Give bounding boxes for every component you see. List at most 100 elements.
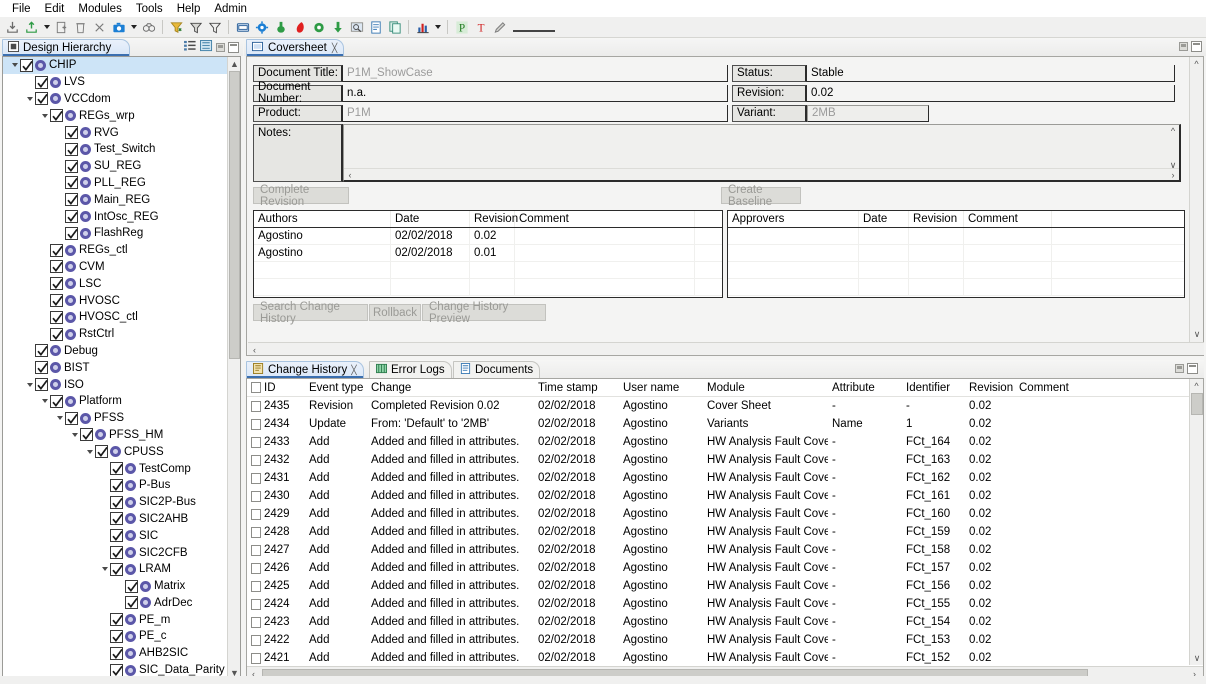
scroll-up-icon[interactable]: ▲ xyxy=(228,57,240,70)
row-checkbox[interactable] xyxy=(251,436,261,448)
menu-item-admin[interactable]: Admin xyxy=(207,2,254,16)
row-checkbox[interactable] xyxy=(251,454,261,466)
tree-node[interactable]: Main_REG xyxy=(3,191,229,208)
close-icon[interactable]: ╳ xyxy=(351,365,356,376)
row-checkbox[interactable] xyxy=(251,400,261,412)
table-row[interactable]: 2435 Revision Completed Revision 0.02 02/02… xyxy=(247,397,1191,415)
history-vertical-scrollbar[interactable]: ^ ∨ xyxy=(1189,379,1203,665)
scroll-down-icon[interactable]: ∨ xyxy=(1190,652,1203,665)
tree-node[interactable]: SIC2P-Bus xyxy=(3,494,229,511)
authors-col-header[interactable]: Date xyxy=(391,211,470,227)
tree-checkbox[interactable] xyxy=(110,529,123,543)
tree-node[interactable]: REGs_wrp xyxy=(3,107,229,124)
tree-checkbox[interactable] xyxy=(35,378,48,392)
scroll-right-icon[interactable]: › xyxy=(1167,169,1179,181)
maximize-icon[interactable] xyxy=(228,42,239,53)
link-editor-icon[interactable] xyxy=(200,40,213,55)
row-checkbox[interactable] xyxy=(251,562,261,574)
tree-checkbox[interactable] xyxy=(65,142,78,156)
change-history-table[interactable]: ID Event type Change Time stamp User name Mod… xyxy=(246,378,1204,682)
tree-checkbox[interactable] xyxy=(125,579,138,593)
chart-dropdown-caret-icon[interactable] xyxy=(432,18,443,36)
row-checkbox[interactable] xyxy=(251,472,261,484)
tree-checkbox[interactable] xyxy=(95,445,108,459)
table-row[interactable]: Agostino 02/02/2018 0.02 xyxy=(254,228,722,245)
tree-checkbox[interactable] xyxy=(110,613,123,627)
chevron-down-icon[interactable] xyxy=(39,108,50,124)
row-checkbox[interactable] xyxy=(251,526,261,538)
tab-documents[interactable]: Documents xyxy=(453,361,541,378)
tree-checkbox[interactable] xyxy=(110,546,123,559)
scroll-up-icon[interactable]: ^ xyxy=(1190,379,1203,392)
p-letter-icon[interactable]: P xyxy=(452,18,471,36)
table-row[interactable]: 2423 Add Added and filled in attributes. 02… xyxy=(247,613,1191,631)
table-row[interactable]: 2433 Add Added and filled in attributes. 02… xyxy=(247,433,1191,451)
tree-node[interactable]: Debug xyxy=(3,343,229,360)
tree-checkbox[interactable] xyxy=(65,226,78,240)
tree-node[interactable]: LVS xyxy=(3,74,229,91)
table-row[interactable] xyxy=(254,279,722,296)
table-row[interactable]: Agostino 02/02/2018 0.01 xyxy=(254,245,722,262)
tree-checkbox[interactable] xyxy=(80,428,93,442)
row-checkbox[interactable] xyxy=(251,544,261,556)
tree-checkbox[interactable] xyxy=(110,629,123,643)
tree-checkbox[interactable] xyxy=(50,327,63,341)
minimize-icon[interactable] xyxy=(1175,364,1184,373)
row-checkbox[interactable] xyxy=(251,634,261,646)
tree-node[interactable]: RstCtrl xyxy=(3,326,229,343)
menu-item-edit[interactable]: Edit xyxy=(38,2,72,16)
settings-gear-icon[interactable] xyxy=(252,18,271,36)
snapshot-dropdown-caret-icon[interactable] xyxy=(128,18,139,36)
notes-horizontal-scrollbar[interactable]: ‹ › xyxy=(344,168,1179,180)
menu-item-modules[interactable]: Modules xyxy=(71,2,128,16)
scroll-up-icon[interactable]: ^ xyxy=(1190,57,1203,70)
tree-checkbox[interactable] xyxy=(65,176,78,190)
table-row[interactable]: 2431 Add Added and filled in attributes. 02… xyxy=(247,469,1191,487)
tree-checkbox[interactable] xyxy=(65,159,78,173)
history-col-header[interactable]: User name xyxy=(619,379,703,396)
tree-node[interactable]: CHIP xyxy=(3,57,229,74)
tab-change-history[interactable]: Change History ╳ xyxy=(246,361,364,378)
window-icon[interactable] xyxy=(233,18,252,36)
tree-node[interactable]: PE_c xyxy=(3,628,229,645)
chevron-down-icon[interactable] xyxy=(9,57,20,73)
node-green-icon[interactable] xyxy=(309,18,328,36)
pencil-icon[interactable] xyxy=(490,18,509,36)
collapse-all-icon[interactable] xyxy=(184,40,197,55)
compare-icon[interactable] xyxy=(139,18,158,36)
chevron-down-icon[interactable] xyxy=(84,444,95,460)
authors-col-header[interactable]: Comment xyxy=(515,211,695,227)
history-col-header[interactable]: ID xyxy=(247,379,305,396)
history-col-header[interactable]: Module xyxy=(703,379,828,396)
tree-node[interactable]: SIC2CFB xyxy=(3,544,229,561)
tree-checkbox[interactable] xyxy=(65,126,78,140)
input-variant[interactable]: 2MB xyxy=(807,104,929,122)
tree-node[interactable]: PFSS_HM xyxy=(3,427,229,444)
tree-checkbox[interactable] xyxy=(110,646,123,660)
export-icon[interactable] xyxy=(22,18,41,36)
menu-item-tools[interactable]: Tools xyxy=(129,2,170,16)
approvers-col-header[interactable]: Revision xyxy=(909,211,964,227)
tree-green-icon[interactable] xyxy=(271,18,290,36)
table-row[interactable] xyxy=(728,279,1184,296)
authors-col-header[interactable]: Revision xyxy=(470,211,518,227)
history-col-header[interactable]: Change xyxy=(367,379,534,396)
row-checkbox[interactable] xyxy=(251,598,261,610)
table-row[interactable]: 2424 Add Added and filled in attributes. 02… xyxy=(247,595,1191,613)
input-product[interactable]: P1M xyxy=(343,104,728,122)
minimize-icon[interactable] xyxy=(1179,42,1188,51)
history-col-header[interactable]: Revision xyxy=(965,379,1015,396)
close-icon[interactable]: ╳ xyxy=(332,43,337,54)
tree-node[interactable]: AHB2SIC xyxy=(3,645,229,662)
chevron-down-icon[interactable] xyxy=(69,427,80,443)
filter-apply-icon[interactable] xyxy=(167,18,186,36)
chevron-down-icon[interactable] xyxy=(24,91,35,107)
table-row[interactable] xyxy=(254,262,722,279)
tree-checkbox[interactable] xyxy=(50,109,63,123)
row-checkbox[interactable] xyxy=(251,490,261,502)
history-col-header[interactable]: Attribute xyxy=(828,379,902,396)
search-change-history-button[interactable]: Search Change History xyxy=(253,301,368,325)
tab-coversheet[interactable]: Coversheet ╳ xyxy=(246,39,345,56)
tree-node[interactable]: SU_REG xyxy=(3,158,229,175)
tree-node[interactable]: ISO xyxy=(3,376,229,393)
